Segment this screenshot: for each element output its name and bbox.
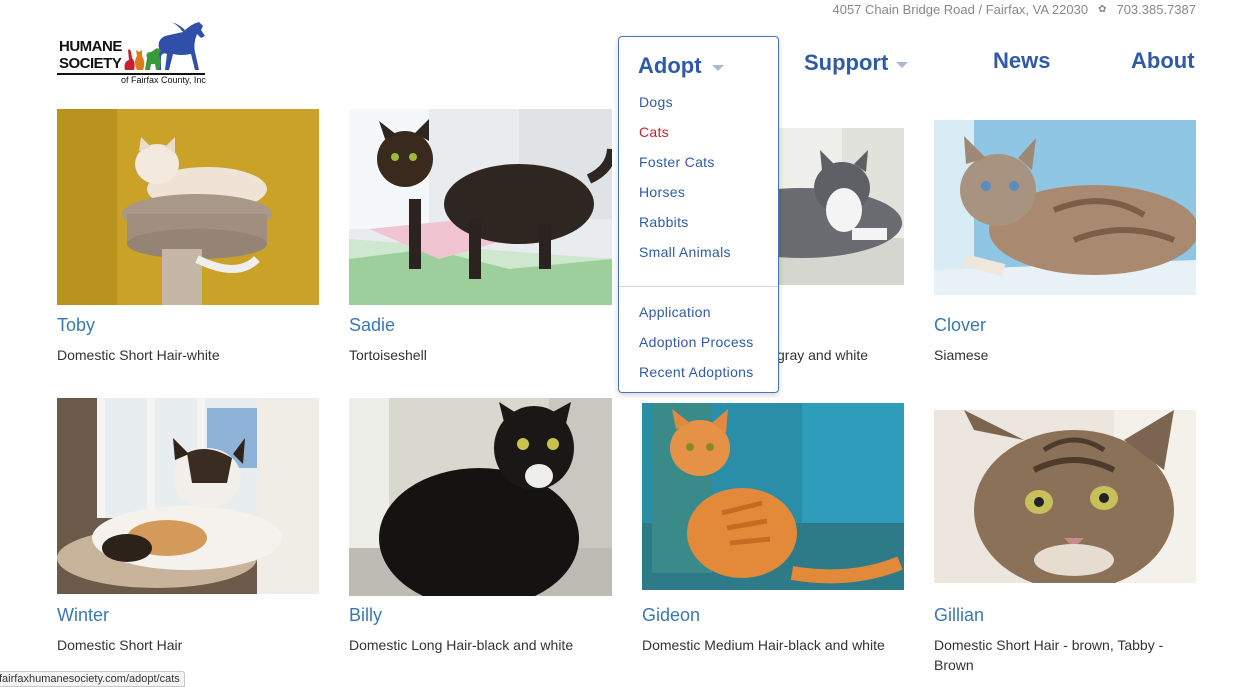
menu-item-recent-adoptions[interactable]: Recent Adoptions	[639, 363, 754, 393]
nav-support-label: Support	[804, 50, 889, 75]
logo-text-humane: HUMANE	[59, 38, 122, 55]
nav-news-label: News	[993, 48, 1051, 73]
menu-item-rabbits[interactable]: Rabbits	[639, 213, 731, 243]
address-text: 4057 Chain Bridge Road / Fairfax, VA 220…	[832, 2, 1089, 17]
paw-icon: ✿	[1098, 4, 1107, 15]
cat-breed: Domestic Medium Hair-black and white	[642, 637, 885, 653]
cat-breed: Domestic Short Hair - brown, Tabby - Bro…	[934, 637, 1164, 673]
cat-photo-clover[interactable]	[934, 120, 1196, 295]
nav-adopt-label: Adopt	[638, 53, 702, 78]
cat-name-link[interactable]: Clover	[934, 315, 986, 336]
cat-photo-gillian[interactable]	[934, 410, 1196, 583]
cat-breed: Siamese	[934, 347, 989, 363]
menu-item-horses[interactable]: Horses	[639, 183, 731, 213]
nav-news[interactable]: News	[993, 48, 1050, 74]
cat-breed: Domestic Short Hair	[57, 637, 183, 653]
cat-breed-text: gray and white	[777, 347, 869, 363]
cat-photo-winter[interactable]	[57, 398, 319, 594]
cat-photo-billy[interactable]	[349, 398, 612, 596]
cat-name-link[interactable]: Winter	[57, 605, 109, 626]
menu-divider	[619, 286, 778, 287]
cat-name-link[interactable]: Sadie	[349, 315, 395, 336]
menu-item-application[interactable]: Application	[639, 303, 754, 333]
adopt-info-list: Application Adoption Process Recent Adop…	[639, 303, 754, 393]
phone-number[interactable]: 703.385.7387	[1116, 2, 1196, 17]
adopt-animals-list: Dogs Cats Foster Cats Horses Rabbits Sma…	[639, 93, 731, 273]
contact-bar: 4057 Chain Bridge Road / Fairfax, VA 220…	[832, 2, 1196, 17]
cat-breed: Domestic Short Hair-white	[57, 347, 220, 363]
menu-item-foster-cats[interactable]: Foster Cats	[639, 153, 731, 183]
site-logo[interactable]: HUMANE SOCIETY of Fairfax County, Inc	[57, 18, 217, 88]
nav-about-label: About	[1131, 48, 1195, 73]
nav-about[interactable]: About	[1131, 48, 1195, 74]
cat-breed: Tortoiseshell	[349, 347, 427, 363]
adopt-dropdown-menu: Adopt Dogs Cats Foster Cats Horses Rabbi…	[618, 36, 779, 393]
cat-name-link[interactable]: Toby	[57, 315, 95, 336]
cat-breed: Domestic Long Hair-black and white	[349, 637, 574, 653]
logo-text-county: of Fairfax County, Inc	[121, 75, 206, 85]
cat-photo-toby[interactable]	[57, 109, 319, 305]
logo-text-society: SOCIETY	[59, 55, 122, 72]
cat-photo-gideon[interactable]	[642, 403, 904, 590]
cat-photo-sadie[interactable]	[349, 109, 612, 305]
nav-adopt[interactable]: Adopt	[638, 53, 724, 79]
cat-name-link[interactable]: Billy	[349, 605, 382, 626]
cat-name-link[interactable]: Gideon	[642, 605, 700, 626]
status-url-tooltip: fairfaxhumanesociety.com/adopt/cats	[0, 671, 185, 687]
animals-logo-graphic	[124, 22, 205, 70]
menu-item-small-animals[interactable]: Small Animals	[639, 243, 731, 273]
menu-item-cats[interactable]: Cats	[639, 123, 731, 153]
menu-item-adoption-process[interactable]: Adoption Process	[639, 333, 754, 363]
cat-name-link[interactable]: Gillian	[934, 605, 984, 626]
chevron-down-icon	[711, 64, 724, 71]
menu-item-dogs[interactable]: Dogs	[639, 93, 731, 123]
chevron-down-icon	[896, 61, 909, 68]
nav-support[interactable]: Support	[804, 50, 909, 76]
